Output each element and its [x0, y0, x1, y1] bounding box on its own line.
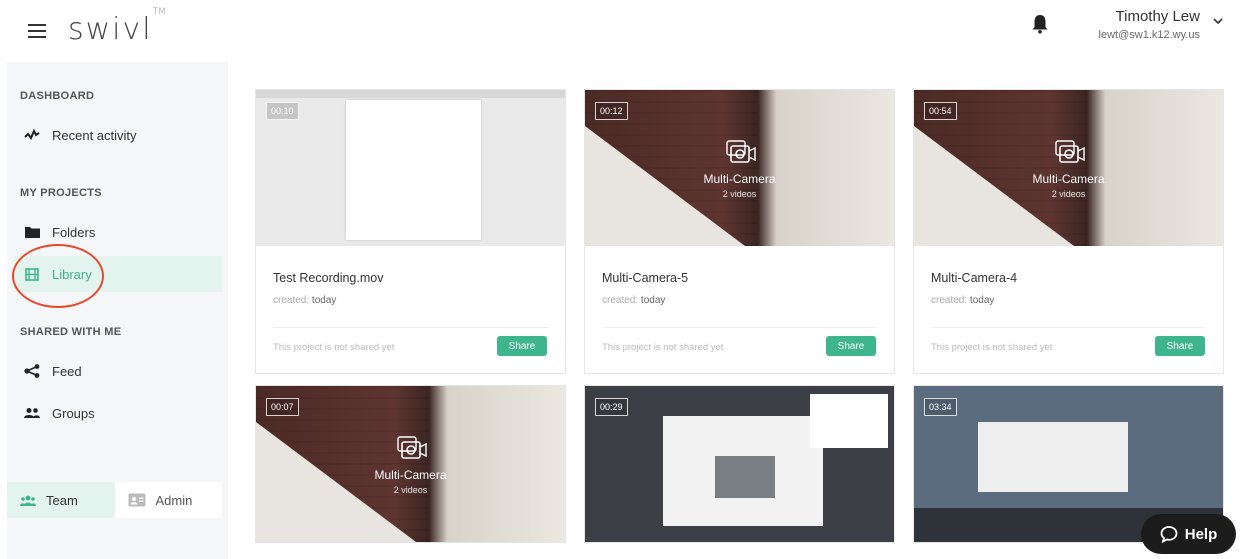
bottom-tabs: Team Admin — [7, 482, 222, 518]
multi-camera-label: Multi-Camera 2 videos — [914, 140, 1223, 199]
group-icon — [23, 406, 41, 420]
video-thumbnail[interactable]: 00:29 1 slide — [585, 386, 894, 542]
library-grid: 00:10 Test Recording.mov created: today … — [228, 62, 1248, 559]
project-title[interactable]: Test Recording.mov — [273, 271, 548, 285]
user-name[interactable]: Timothy Lew — [1116, 8, 1200, 25]
duration-badge: 03:34 — [924, 398, 957, 416]
sidebar-item-label: Feed — [52, 363, 82, 379]
video-thumbnail[interactable]: 00:10 — [256, 90, 565, 246]
sidebar-item-recent-activity[interactable]: Recent activity — [14, 117, 222, 153]
team-icon — [20, 495, 36, 506]
created-date: created: today — [931, 295, 995, 306]
sidebar: DASHBOARD Recent activity MY PROJECTS Fo… — [7, 62, 228, 559]
share-icon — [23, 364, 41, 378]
project-card[interactable]: 00:29 1 slide — [584, 385, 895, 543]
folder-icon — [23, 225, 41, 239]
video-thumbnail[interactable]: 00:54 Multi-Camera 2 videos — [914, 90, 1223, 246]
tab-team-label: Team — [46, 492, 78, 508]
share-status: This project is not shared yet — [273, 342, 395, 353]
created-date: created: today — [602, 295, 666, 306]
slide-count: 1 slide — [858, 440, 882, 449]
help-button[interactable]: Help — [1141, 514, 1236, 554]
logo-text: swivl — [68, 12, 153, 47]
project-card[interactable]: 00:54 Multi-Camera 2 videos Multi-Camera… — [913, 89, 1224, 374]
sidebar-item-groups[interactable]: Groups — [14, 395, 222, 431]
share-button[interactable]: Share — [1155, 336, 1205, 356]
project-card[interactable]: 00:12 Multi-Camera 2 videos Multi-Camera… — [584, 89, 895, 374]
trademark: TM — [152, 7, 166, 17]
sidebar-item-label: Groups — [52, 405, 95, 421]
video-thumbnail[interactable]: 00:07 Multi-Camera 2 videos — [256, 386, 565, 542]
project-card[interactable]: 00:10 Test Recording.mov created: today … — [255, 89, 566, 374]
multi-camera-icon — [725, 140, 756, 163]
menu-icon[interactable] — [28, 24, 46, 38]
sidebar-item-feed[interactable]: Feed — [14, 353, 222, 389]
section-heading-my-projects: MY PROJECTS — [20, 187, 102, 199]
chevron-down-icon[interactable] — [1212, 16, 1224, 26]
section-heading-shared: SHARED WITH ME — [20, 326, 122, 338]
multi-camera-icon — [1054, 140, 1085, 163]
project-title[interactable]: Multi-Camera-4 — [931, 271, 1206, 285]
multi-camera-label: Multi-Camera 2 videos — [585, 140, 894, 199]
top-bar: swivlTM Timothy Lew lewt@sw1.k12.wy.us — [0, 0, 1248, 60]
sidebar-item-label: Recent activity — [52, 127, 137, 143]
sidebar-item-label: Folders — [52, 224, 96, 240]
section-heading-dashboard: DASHBOARD — [20, 90, 95, 102]
project-title[interactable]: Multi-Camera-5 — [602, 271, 877, 285]
duration-badge: 00:54 — [924, 102, 957, 120]
share-status: This project is not shared yet — [602, 342, 724, 353]
duration-badge: 00:07 — [266, 398, 299, 416]
share-button[interactable]: Share — [497, 336, 547, 356]
help-label: Help — [1184, 525, 1218, 543]
bell-icon[interactable] — [1031, 14, 1049, 34]
duration-badge: 00:12 — [595, 102, 628, 120]
share-status: This project is not shared yet — [931, 342, 1053, 353]
user-email: lewt@sw1.k12.wy.us — [1098, 29, 1200, 41]
tab-admin-label: Admin — [155, 492, 193, 508]
id-card-icon — [128, 493, 146, 507]
share-button[interactable]: Share — [826, 336, 876, 356]
tab-admin[interactable]: Admin — [114, 482, 222, 518]
multi-camera-label: Multi-Camera 2 videos — [256, 436, 565, 495]
activity-icon — [23, 128, 41, 142]
created-date: created: today — [273, 295, 337, 306]
chat-bubble-icon — [1160, 525, 1178, 543]
duration-badge: 00:29 — [595, 398, 628, 416]
video-thumbnail[interactable]: 00:12 Multi-Camera 2 videos — [585, 90, 894, 246]
multi-camera-icon — [396, 436, 427, 459]
swivl-logo[interactable]: swivlTM — [68, 7, 166, 47]
tab-team[interactable]: Team — [7, 482, 115, 518]
duration-badge: 00:10 — [266, 102, 299, 120]
project-card[interactable]: 00:07 Multi-Camera 2 videos — [255, 385, 566, 543]
highlight-circle-annotation — [12, 244, 104, 308]
